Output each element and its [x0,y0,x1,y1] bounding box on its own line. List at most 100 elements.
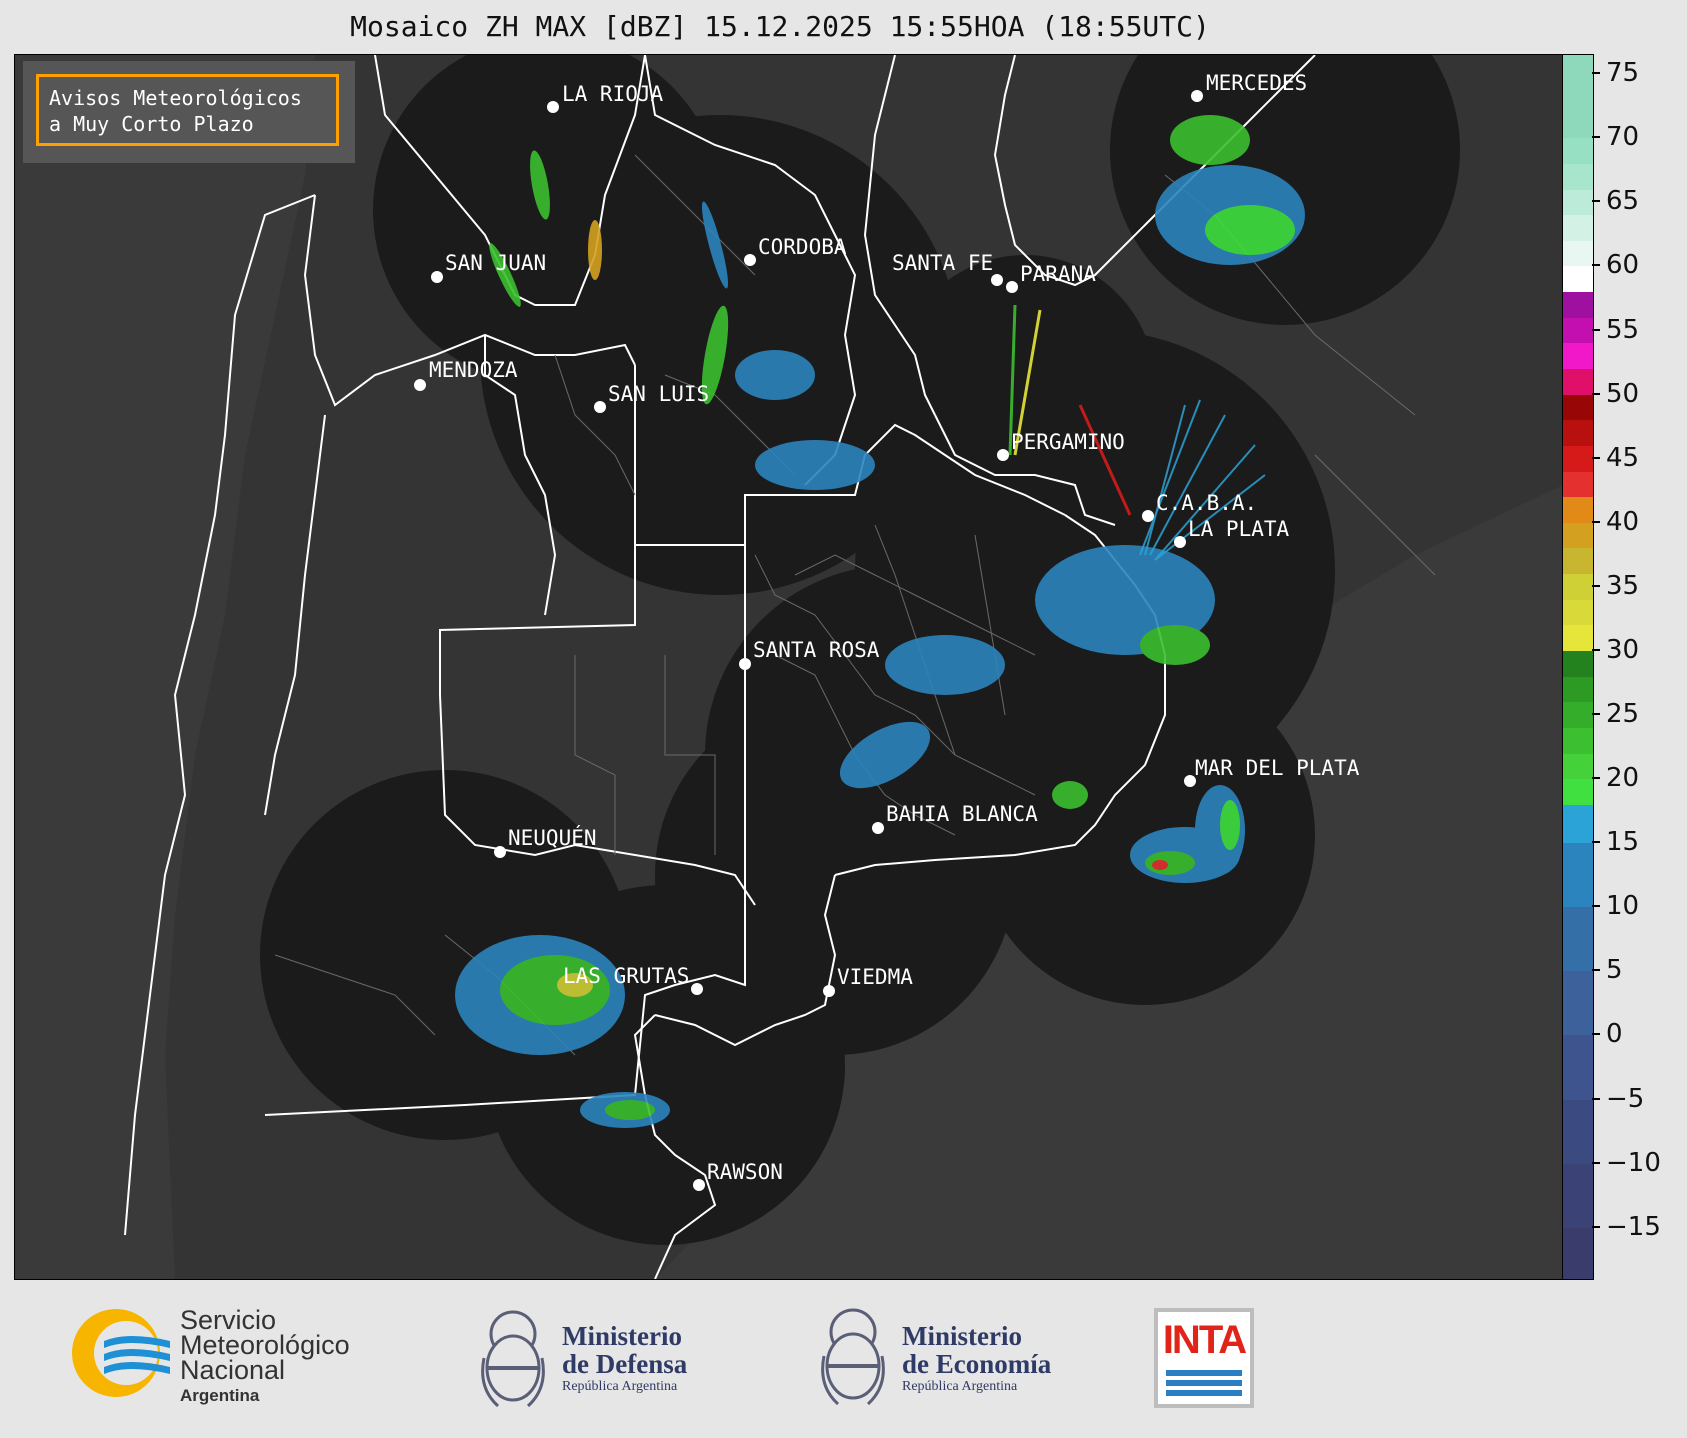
colorbar-tick-mark [1592,456,1600,459]
radar-map[interactable]: LA RIOJA MERCEDES CORDOBA SAN JUAN SANTA… [14,54,1564,1280]
city-label-santa-fe: SANTA FE [892,251,993,275]
coat-of-arms-economia-icon [821,1308,885,1406]
smn-logo-icon [72,1309,170,1397]
colorbar-segment [1563,138,1593,164]
colorbar-tick-mark [1592,1225,1600,1228]
colorbar-tick-mark [1592,136,1600,139]
colorbar-segment [1563,394,1593,421]
colorbar-tick-mark [1592,905,1600,908]
colorbar-tick-label: 35 [1606,570,1640,601]
city-label-bahia-blanca: BAHIA BLANCA [886,802,1038,826]
colorbar-segment [1563,727,1593,754]
colorbar-tick-mark [1592,200,1600,203]
colorbar-tick-mark [1592,777,1600,780]
colorbar-tick-label: 20 [1606,763,1640,794]
city-label-viedma: VIEDMA [837,965,913,989]
colorbar-segment [1563,1163,1593,1228]
city-label-mercedes: MERCEDES [1206,71,1307,95]
colorbar-tick-mark [1592,72,1600,75]
colorbar-tick-mark [1592,392,1600,395]
colorbar-tick-label: 0 [1606,1019,1623,1050]
colorbar-tick-label: 25 [1606,699,1640,730]
colorbar-tick-mark [1592,520,1600,523]
colorbar-segment [1563,471,1593,498]
colorbar-segment [1563,189,1593,216]
colorbar-tick-mark [1592,969,1600,972]
city-label-cordoba: CORDOBA [758,235,847,259]
colorbar-tick-label: 75 [1606,58,1640,89]
colorbar-segment [1563,292,1593,318]
colorbar-segment [1563,420,1593,446]
colorbar-segment [1563,522,1593,549]
colorbar-tick-label: 5 [1606,955,1623,986]
colorbar-tick-label: 50 [1606,378,1640,409]
colorbar-tick-mark [1592,713,1600,716]
colorbar-tick-label: 60 [1606,250,1640,281]
city-label-san-juan: SAN JUAN [445,251,546,275]
economia-name: Ministerio de Economía República Argenti… [902,1321,1052,1394]
colorbar-tick-mark [1592,264,1600,267]
colorbar-segment [1563,702,1593,728]
colorbar-tick-mark [1592,1033,1600,1036]
city-label-pergamino: PERGAMINO [1011,430,1125,454]
colorbar-segment [1563,907,1593,972]
colorbar-tick-mark [1592,1161,1600,1164]
city-label-rawson: RAWSON [707,1160,783,1184]
colorbar-segment [1563,599,1593,626]
coat-of-arms-defensa-icon [481,1310,545,1408]
colorbar-segment [1563,317,1593,344]
footer-logos: Servicio Meteorológico Nacional Argentin… [0,1280,1687,1438]
colorbar-tick-label: 55 [1606,314,1640,345]
colorbar-ticks: 75 70 65 60 55 50 45 40 35 30 25 20 15 10 5 0 −5 −10 −15 [1592,54,1687,1280]
colorbar-tick-mark [1592,648,1600,651]
colorbar-segment [1563,1227,1593,1279]
colorbar-segment [1563,343,1593,369]
colorbar-segment [1563,676,1593,703]
colorbar-segment [1563,804,1593,844]
map-title: Mosaico ZH MAX [dBZ] 15.12.2025 15:55HOA… [350,10,1210,43]
colorbar-segment [1563,843,1593,908]
colorbar-tick-mark [1592,584,1600,587]
colorbar-segment [1563,753,1593,780]
smn-name: Servicio Meteorológico Nacional Argentin… [180,1305,350,1406]
city-label-caba: C.A.B.A. [1156,491,1257,515]
colorbar-segment [1563,971,1593,1036]
colorbar-tick-label: 15 [1606,827,1640,858]
colorbar-segment [1563,55,1593,139]
defensa-name: Ministerio de Defensa República Argentin… [562,1321,688,1394]
colorbar-segment [1563,240,1593,267]
colorbar-segment [1563,266,1593,293]
notice-line-2: a Muy Corto Plazo [49,112,254,136]
colorbar-tick-label: 40 [1606,506,1640,537]
colorbar-segment [1563,215,1593,241]
colorbar-segment [1563,779,1593,805]
colorbar-tick-label: −15 [1606,1211,1661,1242]
city-label-parana: PARANA [1020,262,1096,286]
colorbar-segment [1563,1035,1593,1100]
city-label-santa-rosa: SANTA ROSA [753,638,880,662]
inta-logo: INTA [1154,1308,1254,1408]
colorbar-segment [1563,625,1593,651]
colorbar-tick-label: 70 [1606,122,1640,153]
colorbar-tick-mark [1592,328,1600,331]
notice-line-1: Avisos Meteorológicos [49,86,302,110]
colorbar-tick-label: −5 [1606,1083,1645,1114]
colorbar-tick-label: 65 [1606,186,1640,217]
colorbar-segment [1563,369,1593,395]
colorbar-segment [1563,445,1593,472]
colorbar-segment [1563,574,1593,600]
notice-panel: Avisos Meteorológicos a Muy Corto Plazo [23,61,355,163]
city-label-las-grutas: LAS GRUTAS [563,964,689,988]
colorbar-tick-label: −10 [1606,1147,1661,1178]
city-label-la-rioja: LA RIOJA [562,82,664,106]
colorbar-tick-label: 10 [1606,891,1640,922]
colorbar-tick-label: 30 [1606,634,1640,665]
notice-box: Avisos Meteorológicos a Muy Corto Plazo [36,74,339,146]
city-label-mar-del-plata: MAR DEL PLATA [1195,756,1360,780]
colorbar-tick-label: 45 [1606,442,1640,473]
city-label-mendoza: MENDOZA [429,358,518,382]
radar-map-canvas: LA RIOJA MERCEDES CORDOBA SAN JUAN SANTA… [15,55,1563,1279]
city-label-san-luis: SAN LUIS [608,382,709,406]
colorbar-segment [1563,548,1593,575]
colorbar-segment [1563,497,1593,523]
